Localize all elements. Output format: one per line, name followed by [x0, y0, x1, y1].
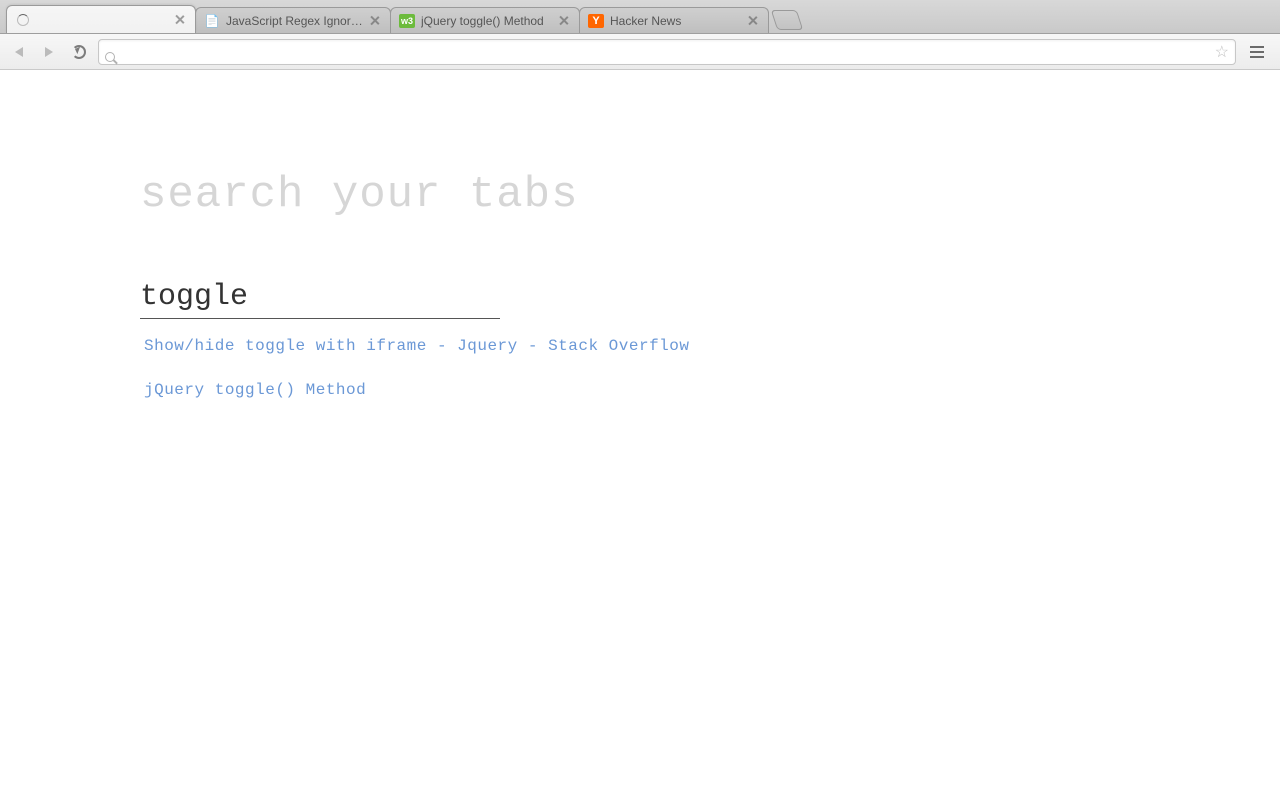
tab-title: JavaScript Regex Ignore Ca [226, 14, 364, 28]
browser-toolbar: ☆ [0, 34, 1280, 70]
hamburger-bar-icon [1250, 46, 1264, 48]
reload-button[interactable] [68, 41, 90, 63]
hamburger-bar-icon [1250, 56, 1264, 58]
browser-tab-1[interactable]: 📄 JavaScript Regex Ignore Ca [195, 7, 391, 33]
stackoverflow-favicon-icon: 📄 [204, 13, 220, 29]
hackernews-favicon-icon: Y [588, 13, 604, 29]
forward-button[interactable] [38, 41, 60, 63]
page-content: search your tabs Show/hide toggle with i… [0, 70, 1280, 800]
bookmark-star-icon[interactable]: ☆ [1215, 42, 1229, 62]
arrow-right-icon [45, 47, 53, 57]
browser-tab-2[interactable]: w3 jQuery toggle() Method [390, 7, 580, 33]
tab-title: Hacker News [610, 14, 742, 28]
search-result-link[interactable]: Show/hide toggle with iframe - Jquery - … [144, 337, 1280, 355]
address-bar[interactable]: ☆ [98, 39, 1236, 65]
search-result-link[interactable]: jQuery toggle() Method [144, 381, 1280, 399]
tab-title: jQuery toggle() Method [421, 14, 553, 28]
w3schools-favicon-icon: w3 [399, 13, 415, 29]
chrome-menu-button[interactable] [1244, 40, 1270, 64]
new-tab-button[interactable] [771, 10, 803, 30]
close-tab-icon[interactable] [557, 14, 571, 28]
tab-strip: 📄 JavaScript Regex Ignore Ca w3 jQuery t… [0, 0, 1280, 34]
reload-icon [72, 45, 86, 59]
close-tab-icon[interactable] [368, 14, 382, 28]
page-heading: search your tabs [140, 170, 1280, 220]
search-results: Show/hide toggle with iframe - Jquery - … [140, 337, 1280, 399]
browser-tab-3[interactable]: Y Hacker News [579, 7, 769, 33]
arrow-left-icon [15, 47, 23, 57]
hamburger-bar-icon [1250, 51, 1264, 53]
browser-tab-0[interactable] [6, 5, 196, 33]
url-input[interactable] [111, 44, 1211, 59]
back-button[interactable] [8, 41, 30, 63]
tab-search-input[interactable] [140, 278, 500, 319]
close-tab-icon[interactable] [746, 14, 760, 28]
close-tab-icon[interactable] [173, 13, 187, 27]
browser-window: { "tabs": [ { "title": "", "favicon": "l… [0, 0, 1280, 800]
loading-spinner-icon [15, 12, 31, 28]
